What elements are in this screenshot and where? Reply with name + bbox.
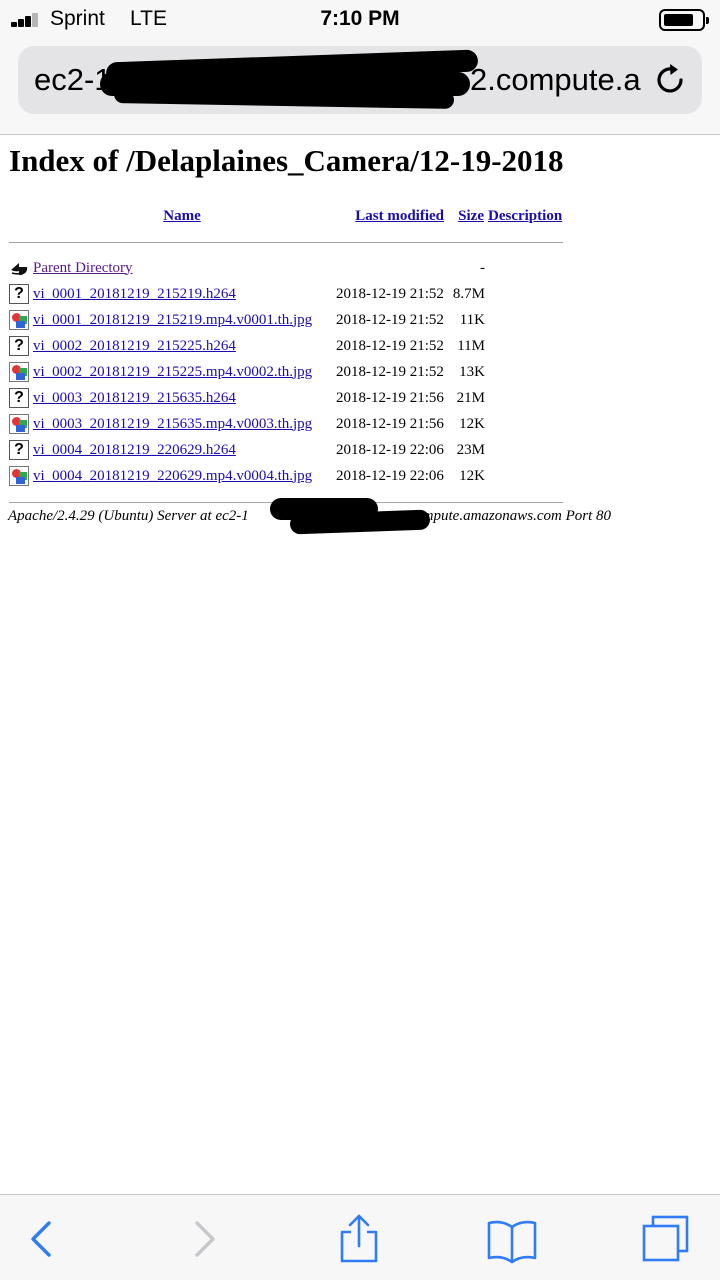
url-end: 2.compute.a <box>470 62 641 97</box>
file-row: vi_0004_20181219_220629.mp4.v0004.th.jpg… <box>8 463 564 489</box>
share-icon[interactable] <box>333 1213 385 1265</box>
file-size: 23M <box>456 441 485 458</box>
file-modified: 2018-12-19 21:56 <box>336 415 444 432</box>
file-row: ? vi_0001_20181219_215219.h264 2018-12-19 … <box>8 281 564 307</box>
parent-size: - <box>480 259 485 276</box>
file-row: ? vi_0004_20181219_220629.h264 2018-12-19 … <box>8 437 564 463</box>
parent-directory-row: Parent Directory - <box>8 255 564 281</box>
bottom-toolbar <box>0 1194 720 1280</box>
server-signature-start: Apache/2.4.29 (Ubuntu) Server at ec2-1 <box>8 508 249 524</box>
divider <box>9 241 564 243</box>
file-size: 13K <box>459 363 485 380</box>
file-size: 21M <box>456 389 485 406</box>
file-row: vi_0003_20181219_215635.mp4.v0003.th.jpg… <box>8 411 564 437</box>
image-file-icon <box>9 414 29 434</box>
redaction-mark <box>289 509 431 535</box>
file-link[interactable]: vi_0001_20181219_215219.mp4.v0001.th.jpg <box>33 312 312 328</box>
tabs-icon[interactable] <box>640 1213 692 1265</box>
page-title: Index of /Delaplaines_Camera/12-19-2018 <box>9 143 564 178</box>
file-modified: 2018-12-19 22:06 <box>336 441 444 458</box>
sort-by-size-link[interactable]: Size <box>458 208 484 224</box>
image-file-icon <box>9 466 29 486</box>
file-link[interactable]: vi_0002_20181219_215225.h264 <box>33 338 236 354</box>
address-bar-area: ec2-1 2.compute.a <box>0 40 720 135</box>
sort-by-last-modified-link[interactable]: Last modified <box>355 208 444 224</box>
sort-by-name-link[interactable]: Name <box>163 208 201 224</box>
bookmarks-icon[interactable] <box>486 1213 538 1265</box>
file-size: 11K <box>459 311 485 328</box>
forward-arrow-icon[interactable] <box>178 1213 230 1265</box>
file-modified: 2018-12-19 21:52 <box>336 311 444 328</box>
file-link[interactable]: vi_0003_20181219_215635.h264 <box>33 390 236 406</box>
status-bar: Sprint LTE 7:10 PM <box>0 0 720 40</box>
file-row: vi_0001_20181219_215219.mp4.v0001.th.jpg… <box>8 307 564 333</box>
address-field[interactable]: ec2-1 2.compute.a <box>18 46 702 114</box>
file-link[interactable]: vi_0004_20181219_220629.h264 <box>33 442 236 458</box>
status-time: 7:10 PM <box>320 7 400 30</box>
unknown-file-icon: ? <box>9 388 29 408</box>
header-row: Name Last modified Size Description <box>8 203 564 229</box>
file-size: 8.7M <box>452 285 485 302</box>
back-icon <box>11 263 28 275</box>
sort-by-description-link[interactable]: Description <box>488 208 562 224</box>
file-size: 12K <box>459 415 485 432</box>
parent-directory-link[interactable]: Parent Directory <box>33 260 133 276</box>
file-size: 12K <box>459 467 485 484</box>
unknown-file-icon: ? <box>9 440 29 460</box>
file-modified: 2018-12-19 21:52 <box>336 285 444 302</box>
file-modified: 2018-12-19 22:06 <box>336 467 444 484</box>
file-modified: 2018-12-19 21:52 <box>336 337 444 354</box>
unknown-file-icon: ? <box>9 284 29 304</box>
file-modified: 2018-12-19 21:56 <box>336 389 444 406</box>
battery-icon <box>659 9 709 31</box>
directory-listing: Name Last modified Size Description Pare… <box>8 203 564 515</box>
file-row: vi_0002_20181219_215225.mp4.v0002.th.jpg… <box>8 359 564 385</box>
unknown-file-icon: ? <box>9 336 29 356</box>
image-file-icon <box>9 310 29 330</box>
file-row: ? vi_0003_20181219_215635.h264 2018-12-19 … <box>8 385 564 411</box>
file-link[interactable]: vi_0004_20181219_220629.mp4.v0004.th.jpg <box>33 468 312 484</box>
file-modified: 2018-12-19 21:52 <box>336 363 444 380</box>
file-link[interactable]: vi_0003_20181219_215635.mp4.v0003.th.jpg <box>33 416 312 432</box>
file-size: 11M <box>457 337 485 354</box>
image-file-icon <box>9 362 29 382</box>
reload-icon[interactable] <box>650 60 690 100</box>
file-link[interactable]: vi_0001_20181219_215219.h264 <box>33 286 236 302</box>
file-row: ? vi_0002_20181219_215225.h264 2018-12-19 … <box>8 333 564 359</box>
file-link[interactable]: vi_0002_20181219_215225.mp4.v0002.th.jpg <box>33 364 312 380</box>
file-rows: ? vi_0001_20181219_215219.h264 2018-12-19 … <box>8 281 564 489</box>
back-arrow-icon[interactable] <box>16 1213 68 1265</box>
